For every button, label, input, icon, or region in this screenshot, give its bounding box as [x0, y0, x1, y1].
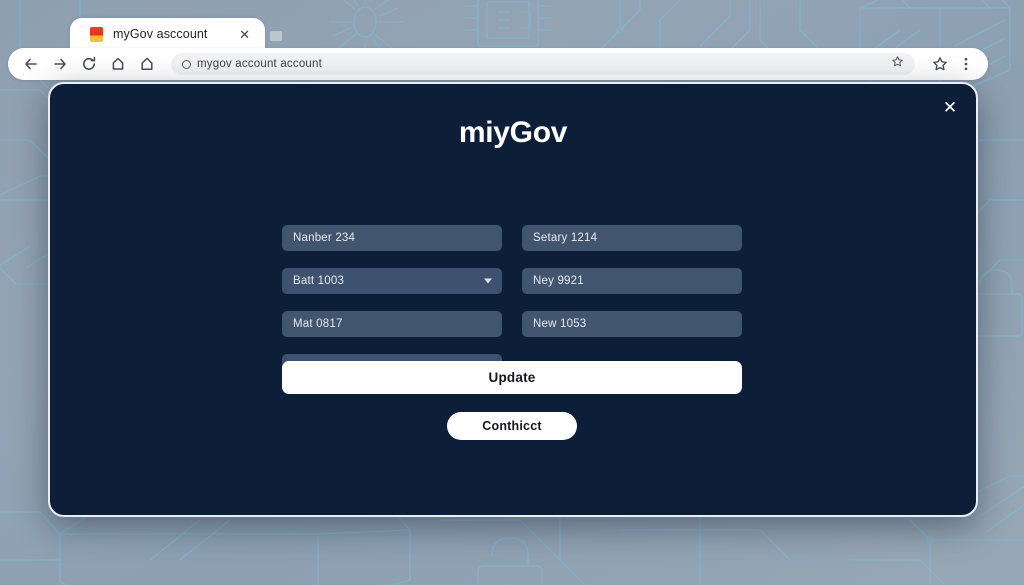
new-tab-button[interactable] — [270, 31, 282, 41]
three-dot-menu-icon[interactable] — [957, 56, 974, 73]
tab-strip: myGov asccount ✕ — [70, 18, 282, 50]
reload-icon[interactable] — [80, 56, 97, 73]
home-outline-icon[interactable] — [138, 56, 155, 73]
field-new[interactable]: New 1053 — [522, 311, 742, 337]
home-icon[interactable] — [109, 56, 126, 73]
connect-button[interactable]: Conthicct — [447, 412, 577, 440]
page-root: myGov asccount ✕ mygov account account ✕… — [0, 0, 1024, 585]
field-new-value: New 1053 — [533, 318, 587, 330]
field-mat[interactable]: Mat 0817 — [282, 311, 502, 337]
field-mat-value: Mat 0817 — [293, 318, 343, 330]
tab-close-icon[interactable]: ✕ — [236, 28, 253, 41]
circle-info-icon — [182, 59, 191, 69]
tab-title: myGov asccount — [113, 27, 208, 41]
field-nanber[interactable]: Nanber 234 — [282, 225, 502, 251]
chevron-down-icon — [484, 278, 492, 284]
field-ney[interactable]: Ney 9921 — [522, 268, 742, 294]
browser-chrome: myGov asccount ✕ mygov account account — [8, 18, 988, 80]
browser-tab[interactable]: myGov asccount ✕ — [70, 18, 265, 50]
account-form: Nanber 234 Setary 1214 Batt 1003 Ney 992… — [282, 225, 742, 380]
lock-favicon — [90, 26, 103, 42]
address-bar[interactable]: mygov account account — [171, 53, 915, 75]
browser-toolbar: mygov account account — [8, 48, 988, 80]
address-bar-text[interactable]: mygov account account — [197, 58, 322, 70]
mygov-modal: ✕ miyGov Nanber 234 Setary 1214 Batt 100… — [48, 82, 978, 517]
star-outline-icon[interactable] — [931, 56, 948, 73]
field-setary-value: Setary 1214 — [533, 232, 598, 244]
field-nanber-value: Nanber 234 — [293, 232, 356, 244]
forward-arrow-icon[interactable] — [51, 56, 68, 73]
field-setary[interactable]: Setary 1214 — [522, 225, 742, 251]
back-arrow-icon[interactable] — [22, 56, 39, 73]
page-title: miyGov — [458, 116, 568, 149]
field-ney-value: Ney 9921 — [533, 275, 584, 287]
star-icon[interactable] — [891, 55, 904, 73]
update-button[interactable]: Update — [282, 361, 742, 394]
toolbar-right-group — [931, 56, 974, 73]
field-batt-value: Batt 1003 — [293, 275, 345, 287]
field-batt-dropdown[interactable]: Batt 1003 — [282, 268, 502, 294]
